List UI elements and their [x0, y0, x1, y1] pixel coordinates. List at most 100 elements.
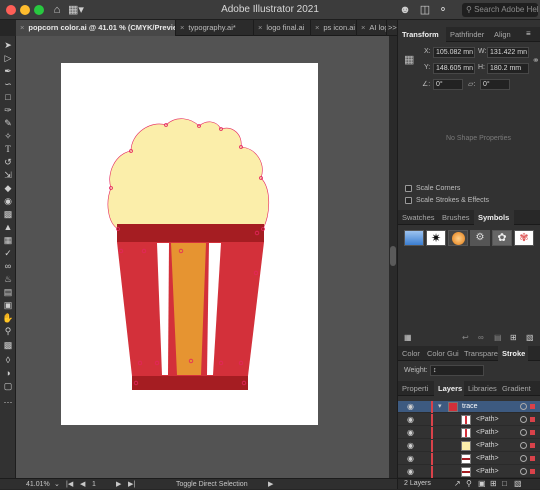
close-tab-icon[interactable]: ×	[20, 23, 24, 32]
tab-ai-logo[interactable]: × AI log	[357, 20, 387, 36]
layer-row-path-5[interactable]: ◉ <Path>	[398, 466, 540, 478]
scale-corners-checkbox[interactable]	[405, 185, 412, 192]
scale-strokes-checkbox[interactable]	[405, 197, 412, 204]
free-transform-tool-icon[interactable]: ▩	[1, 208, 15, 221]
layer-row-path-2[interactable]: ◉ <Path>	[398, 427, 540, 439]
export-icon[interactable]: ↗	[454, 479, 461, 488]
tab-stroke[interactable]: Stroke	[498, 346, 528, 361]
draw-mode-icon[interactable]: ◑	[1, 367, 15, 380]
delete-symbol-icon[interactable]: ▧	[526, 333, 534, 342]
symbol-orange-circle[interactable]	[448, 230, 468, 246]
lightbulb-icon[interactable]: ⚬	[436, 3, 450, 17]
tab-overflow-button[interactable]: >>	[387, 20, 397, 36]
close-tab-icon[interactable]: ×	[361, 23, 365, 32]
width-field[interactable]: 131.422 mn	[487, 47, 529, 58]
place-symbol-icon[interactable]: ↩	[462, 333, 469, 342]
path-name[interactable]: <Path>	[476, 466, 499, 478]
document-canvas[interactable]	[16, 36, 389, 478]
tab-align[interactable]: Align	[490, 27, 520, 42]
eraser-tool-icon[interactable]: ◆	[1, 182, 15, 195]
tab-logo-final[interactable]: × logo final.ai	[254, 20, 311, 36]
close-tab-icon[interactable]: ×	[258, 23, 262, 32]
rotate-field[interactable]: 0°	[433, 79, 463, 90]
rotate-tool-icon[interactable]: ↺	[1, 156, 15, 169]
path-target-icon[interactable]	[520, 455, 527, 462]
new-symbol-icon[interactable]: ⊞	[510, 333, 517, 342]
tab-layers[interactable]: Layers	[434, 381, 464, 396]
artboard-tool-icon[interactable]: ▣	[1, 299, 15, 312]
pen-tool-icon[interactable]: ✒	[1, 65, 15, 78]
path-selection-indicator[interactable]	[530, 430, 535, 435]
symbol-ring[interactable]: ✿	[492, 230, 512, 246]
break-link-icon[interactable]: ∞	[478, 333, 484, 342]
layer-selection-indicator[interactable]	[530, 404, 535, 409]
path-target-icon[interactable]	[520, 416, 527, 423]
perspective-grid-tool-icon[interactable]: ▲	[1, 221, 15, 234]
path-selection-indicator[interactable]	[530, 469, 535, 474]
direct-selection-tool-icon[interactable]: ▷	[1, 52, 15, 65]
blend-tool-icon[interactable]: ∞	[1, 260, 15, 273]
symbol-flower[interactable]: ✾	[514, 230, 534, 246]
panel-menu-icon[interactable]: ≡	[526, 29, 531, 38]
gradient-tool-icon[interactable]: ▦	[1, 234, 15, 247]
path-selection-indicator[interactable]	[530, 456, 535, 461]
path-target-icon[interactable]	[520, 442, 527, 449]
edit-toolbar-icon[interactable]: ⋯	[1, 396, 15, 409]
path-name[interactable]: <Path>	[476, 453, 499, 465]
path-selection-indicator[interactable]	[530, 443, 535, 448]
fill-stroke-swatch-icon[interactable]: ▩	[1, 339, 15, 352]
eyedropper-tool-icon[interactable]: ✓	[1, 247, 15, 260]
zoom-tool-icon[interactable]: ⚲	[1, 325, 15, 338]
close-tab-icon[interactable]: ×	[180, 23, 184, 32]
symbol-library-menu-icon[interactable]: ▦	[404, 333, 412, 342]
paintbrush-tool-icon[interactable]: ✑	[1, 104, 15, 117]
symbol-sprayer-tool-icon[interactable]: ♨	[1, 273, 15, 286]
scrollbar-thumb[interactable]	[390, 246, 396, 266]
path-target-icon[interactable]	[520, 468, 527, 475]
layer-target-icon[interactable]	[520, 403, 527, 410]
tab-swatches[interactable]: Swatches	[398, 210, 438, 225]
shear-field[interactable]: 0°	[480, 79, 510, 90]
new-sublayer-icon[interactable]: ⊞	[490, 479, 497, 488]
expand-layer-icon[interactable]: ▾	[438, 401, 442, 413]
constrain-proportions-icon[interactable]: ⚭	[532, 55, 540, 66]
stroke-weight-field[interactable]: ↕	[430, 365, 484, 376]
tab-ps-icon[interactable]: × ps icon.ai	[311, 20, 357, 36]
search-input[interactable]: ⚲ Search Adobe Help	[462, 3, 538, 17]
path-selection-indicator[interactable]	[530, 417, 535, 422]
visibility-eye-icon[interactable]: ◉	[407, 414, 414, 426]
tab-gradient[interactable]: Gradient	[498, 381, 534, 396]
stepper-icon[interactable]: ↕	[433, 367, 437, 374]
y-position-field[interactable]: 148.605 mn	[433, 63, 475, 74]
color-modes-icon[interactable]: ◊	[1, 354, 15, 367]
visibility-eye-icon[interactable]: ◉	[407, 401, 414, 413]
layer-row-path-1[interactable]: ◉ <Path>	[398, 414, 540, 426]
tab-transparency[interactable]: Transpare	[460, 346, 498, 361]
tab-transform[interactable]: Transform	[398, 27, 446, 42]
locate-object-icon[interactable]: ⚲	[466, 479, 472, 488]
popcorn-artwork[interactable]	[61, 63, 318, 425]
visibility-eye-icon[interactable]: ◉	[407, 466, 414, 478]
visibility-eye-icon[interactable]: ◉	[407, 440, 414, 452]
symbol-gear[interactable]: ⚙	[470, 230, 490, 246]
tab-symbols[interactable]: Symbols	[474, 210, 514, 225]
magic-wand-tool-icon[interactable]: ✧	[1, 130, 15, 143]
pencil-tool-icon[interactable]: ✎	[1, 117, 15, 130]
close-tab-icon[interactable]: ×	[315, 23, 319, 32]
visibility-eye-icon[interactable]: ◉	[407, 453, 414, 465]
symbol-blue-bar[interactable]	[404, 230, 424, 246]
tab-typography[interactable]: × typography.ai*	[176, 20, 254, 36]
curvature-tool-icon[interactable]: ∽	[1, 78, 15, 91]
layer-row-trace[interactable]: ◉ ▾ trace	[398, 401, 540, 413]
tab-color-guide[interactable]: Color Gui	[423, 346, 460, 361]
visibility-eye-icon[interactable]: ◉	[407, 427, 414, 439]
symbol-splat[interactable]: ✷	[426, 230, 446, 246]
path-name[interactable]: <Path>	[476, 427, 499, 439]
tab-properties[interactable]: Properti	[398, 381, 434, 396]
new-layer-icon[interactable]: □	[502, 479, 507, 488]
symbol-options-icon[interactable]: ▤	[494, 333, 502, 342]
panel-toggle-icon[interactable]: ◫	[418, 3, 432, 17]
x-position-field[interactable]: 105.082 mn	[433, 47, 475, 58]
hand-tool-icon[interactable]: ✋	[1, 312, 15, 325]
height-field[interactable]: 180.2 mm	[487, 63, 529, 74]
